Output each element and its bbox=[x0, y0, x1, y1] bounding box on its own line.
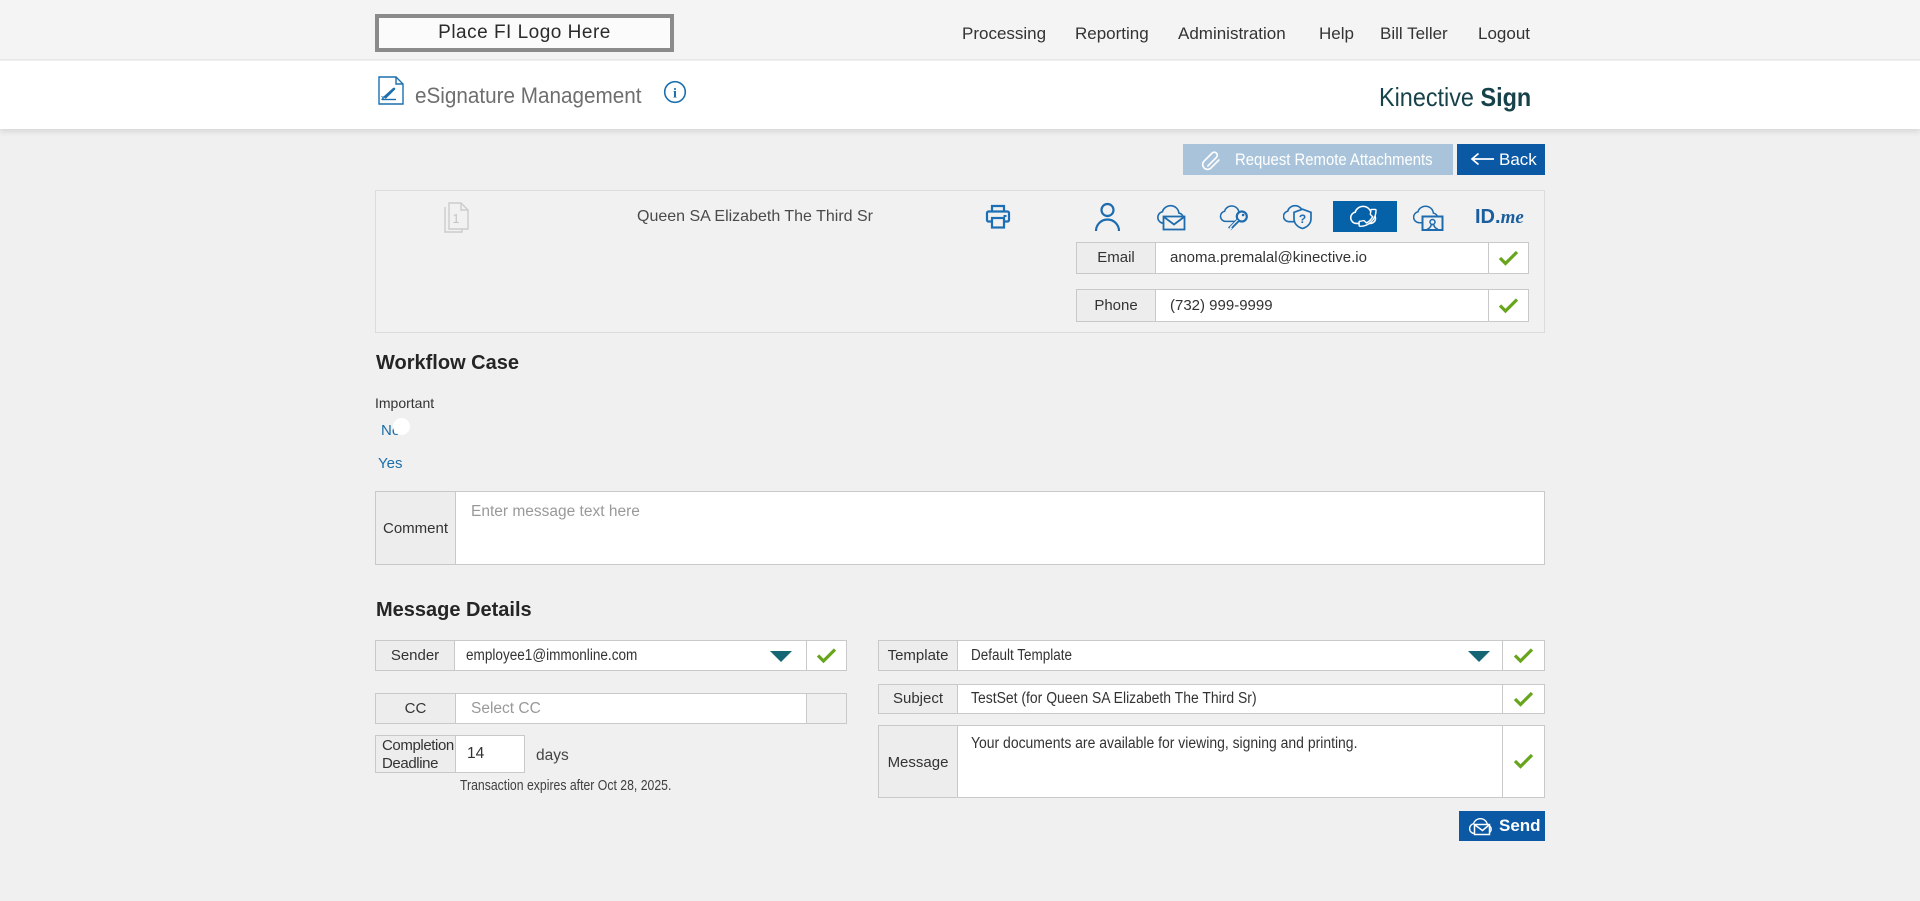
svg-text:x: x bbox=[381, 95, 385, 102]
svg-text:?: ? bbox=[1299, 212, 1306, 226]
svg-text:1: 1 bbox=[452, 211, 459, 226]
svg-text:i: i bbox=[673, 87, 677, 102]
